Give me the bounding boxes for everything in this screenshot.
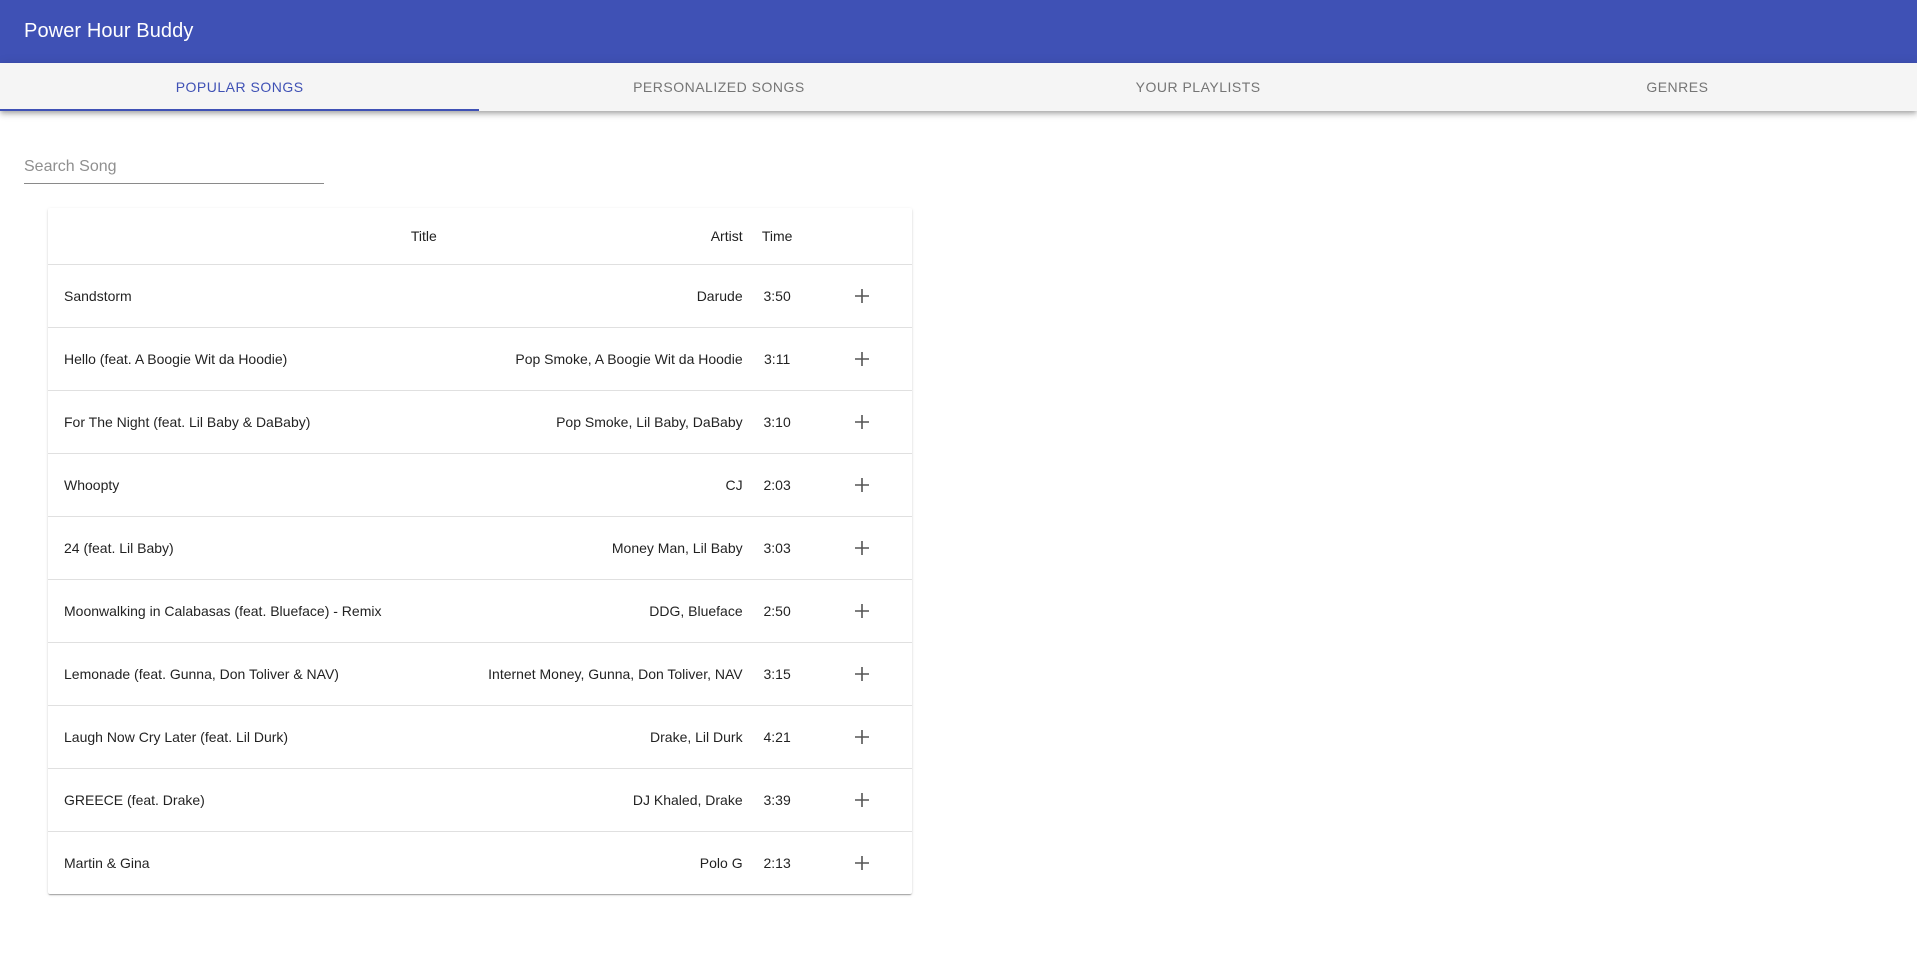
add-song-button[interactable] <box>846 343 878 375</box>
add-song-button[interactable] <box>846 406 878 438</box>
plus-icon <box>854 541 869 555</box>
add-song-button[interactable] <box>846 280 878 312</box>
song-artist: Drake, Lil Durk <box>436 705 743 769</box>
song-artist: DJ Khaled, Drake <box>436 768 743 832</box>
song-artist: Internet Money, Gunna, Don Toliver, NAV <box>436 642 743 706</box>
song-title: GREECE (feat. Drake) <box>48 768 437 832</box>
song-artist: Polo G <box>699 855 743 871</box>
song-artist: Money Man, Lil Baby <box>436 516 743 580</box>
add-cell <box>811 768 912 832</box>
table-row[interactable]: Lemonade (feat. Gunna, Don Toliver & NAV… <box>48 642 912 706</box>
plus-icon <box>854 289 869 303</box>
song-artist: Darude <box>436 264 743 328</box>
add-cell <box>811 453 912 517</box>
table-row[interactable]: GREECE (feat. Drake) DJ Khaled, Drake 3:39 <box>48 768 912 832</box>
plus-icon <box>854 667 869 681</box>
song-title: Martin & Gina <box>64 855 150 871</box>
add-song-button[interactable] <box>846 595 878 627</box>
add-cell <box>811 516 912 580</box>
table-row[interactable]: Hello (feat. A Boogie Wit da Hoodie) Pop … <box>48 327 912 391</box>
table-row[interactable]: For The Night (feat. Lil Baby & DaBaby) P… <box>48 390 912 454</box>
songs-table-card: Title Artist Time Sandstorm Darude 3:50 Hel… <box>48 208 912 894</box>
tab-popular-songs[interactable]: POPULAR SONGS <box>0 63 480 111</box>
songs-table: Title Artist Time Sandstorm Darude 3:50 Hel… <box>48 208 912 894</box>
add-song-button[interactable] <box>846 784 878 816</box>
tab-genres[interactable]: GENRES <box>1438 63 1917 111</box>
plus-icon <box>854 352 869 366</box>
song-time: 2:03 <box>742 453 812 517</box>
add-cell <box>811 327 912 391</box>
tab-your-playlists[interactable]: YOUR PLAYLISTS <box>959 63 1438 111</box>
song-artist: DDG, Blueface <box>436 579 743 643</box>
table-header-row: Title Artist Time <box>48 208 912 265</box>
table-row[interactable]: Moonwalking in Calabasas (feat. Blueface… <box>48 579 912 643</box>
table-row[interactable]: Martin & Gina Polo G 2:13 <box>48 832 912 895</box>
table-body: Sandstorm Darude 3:50 Hello (feat. A Boogie… <box>48 264 912 895</box>
plus-icon <box>854 730 869 744</box>
search-field <box>24 152 324 184</box>
song-title: For The Night (feat. Lil Baby & DaBaby) <box>48 390 437 454</box>
add-cell <box>811 264 912 328</box>
add-cell <box>811 705 912 769</box>
header-time[interactable]: Time <box>742 208 812 265</box>
song-artist: CJ <box>436 453 743 517</box>
add-song-button[interactable] <box>846 847 878 879</box>
add-song-button[interactable] <box>846 658 878 690</box>
table-row[interactable]: Whoopty CJ 2:03 <box>48 453 912 517</box>
plus-icon <box>854 415 869 429</box>
header-artist[interactable]: Artist <box>436 208 743 265</box>
song-time: 3:03 <box>742 516 812 580</box>
song-title: 24 (feat. Lil Baby) <box>48 516 437 580</box>
song-time: 3:39 <box>742 768 812 832</box>
add-song-button[interactable] <box>846 532 878 564</box>
app-title: Power Hour Buddy <box>24 20 194 42</box>
app-bar: Power Hour Buddy <box>0 0 1917 63</box>
tab-bar: POPULAR SONGS PERSONALIZED SONGS YOUR PL… <box>0 63 1917 111</box>
song-artist: Pop Smoke, A Boogie Wit da Hoodie <box>436 327 743 391</box>
add-cell <box>811 642 912 706</box>
song-time: 2:13 <box>763 855 791 871</box>
add-cell <box>812 832 912 895</box>
tab-personalized-songs[interactable]: PERSONALIZED SONGS <box>479 63 958 111</box>
table-row[interactable]: Sandstorm Darude 3:50 <box>48 264 912 328</box>
plus-icon <box>854 793 869 807</box>
add-cell <box>811 390 912 454</box>
song-title: Laugh Now Cry Later (feat. Lil Durk) <box>48 705 437 769</box>
add-song-button[interactable] <box>846 721 878 753</box>
song-title: Hello (feat. A Boogie Wit da Hoodie) <box>48 327 437 391</box>
song-time: 3:10 <box>742 390 812 454</box>
song-title: Whoopty <box>48 453 437 517</box>
song-time: 4:21 <box>742 705 812 769</box>
song-title: Lemonade (feat. Gunna, Don Toliver & NAV… <box>48 642 437 706</box>
search-input[interactable] <box>24 152 324 182</box>
song-title: Sandstorm <box>48 264 437 328</box>
add-song-button[interactable] <box>846 469 878 501</box>
plus-icon <box>854 478 869 492</box>
add-cell <box>811 579 912 643</box>
plus-icon <box>854 604 869 618</box>
song-artist: Pop Smoke, Lil Baby, DaBaby <box>436 390 743 454</box>
header-title[interactable]: Title <box>48 208 437 265</box>
song-time: 2:50 <box>742 579 812 643</box>
table-row[interactable]: 24 (feat. Lil Baby) Money Man, Lil Baby 3:… <box>48 516 912 580</box>
song-time: 3:11 <box>742 327 812 391</box>
song-title: Moonwalking in Calabasas (feat. Blueface… <box>48 579 437 643</box>
plus-icon <box>854 856 869 870</box>
song-time: 3:50 <box>742 264 812 328</box>
table-row[interactable]: Laugh Now Cry Later (feat. Lil Durk) Drak… <box>48 705 912 769</box>
header-actions <box>811 208 912 265</box>
song-time: 3:15 <box>742 642 812 706</box>
